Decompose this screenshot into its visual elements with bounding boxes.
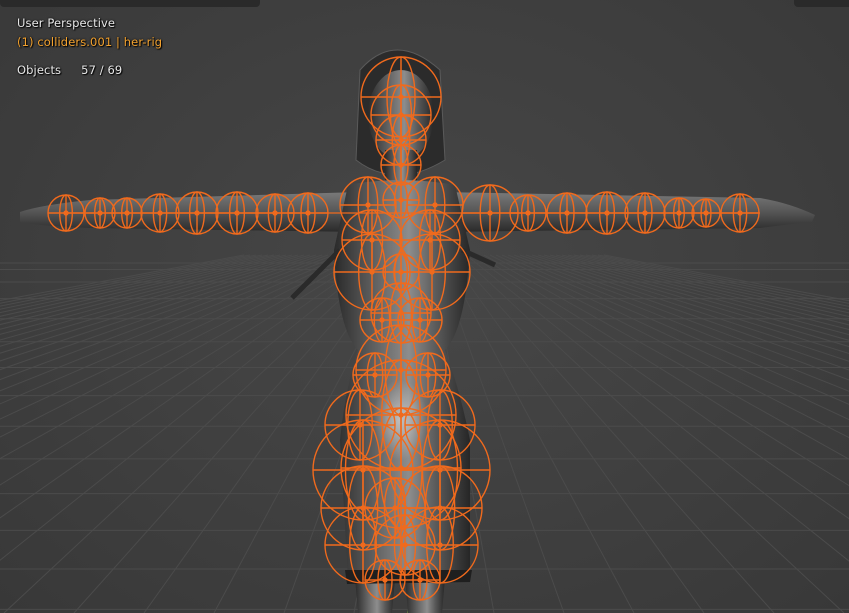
statistics-overlay: Objects 57 / 69	[17, 63, 122, 77]
viewport-scene[interactable]	[0, 0, 849, 613]
stats-label: Objects	[17, 63, 62, 77]
collider-sphere[interactable]	[399, 559, 441, 601]
view-perspective-label: User Perspective	[17, 16, 116, 30]
active-object-label: (1) colliders.001 | her-rig	[17, 35, 163, 49]
collider-sphere[interactable]	[397, 297, 443, 343]
stats-value: 57 / 69	[81, 63, 123, 77]
collider-sphere[interactable]	[406, 176, 464, 234]
collider-sphere[interactable]	[339, 176, 397, 234]
collider-sphere[interactable]	[364, 559, 406, 601]
3d-viewport[interactable]: User Perspective (1) colliders.001 | her…	[0, 0, 849, 613]
